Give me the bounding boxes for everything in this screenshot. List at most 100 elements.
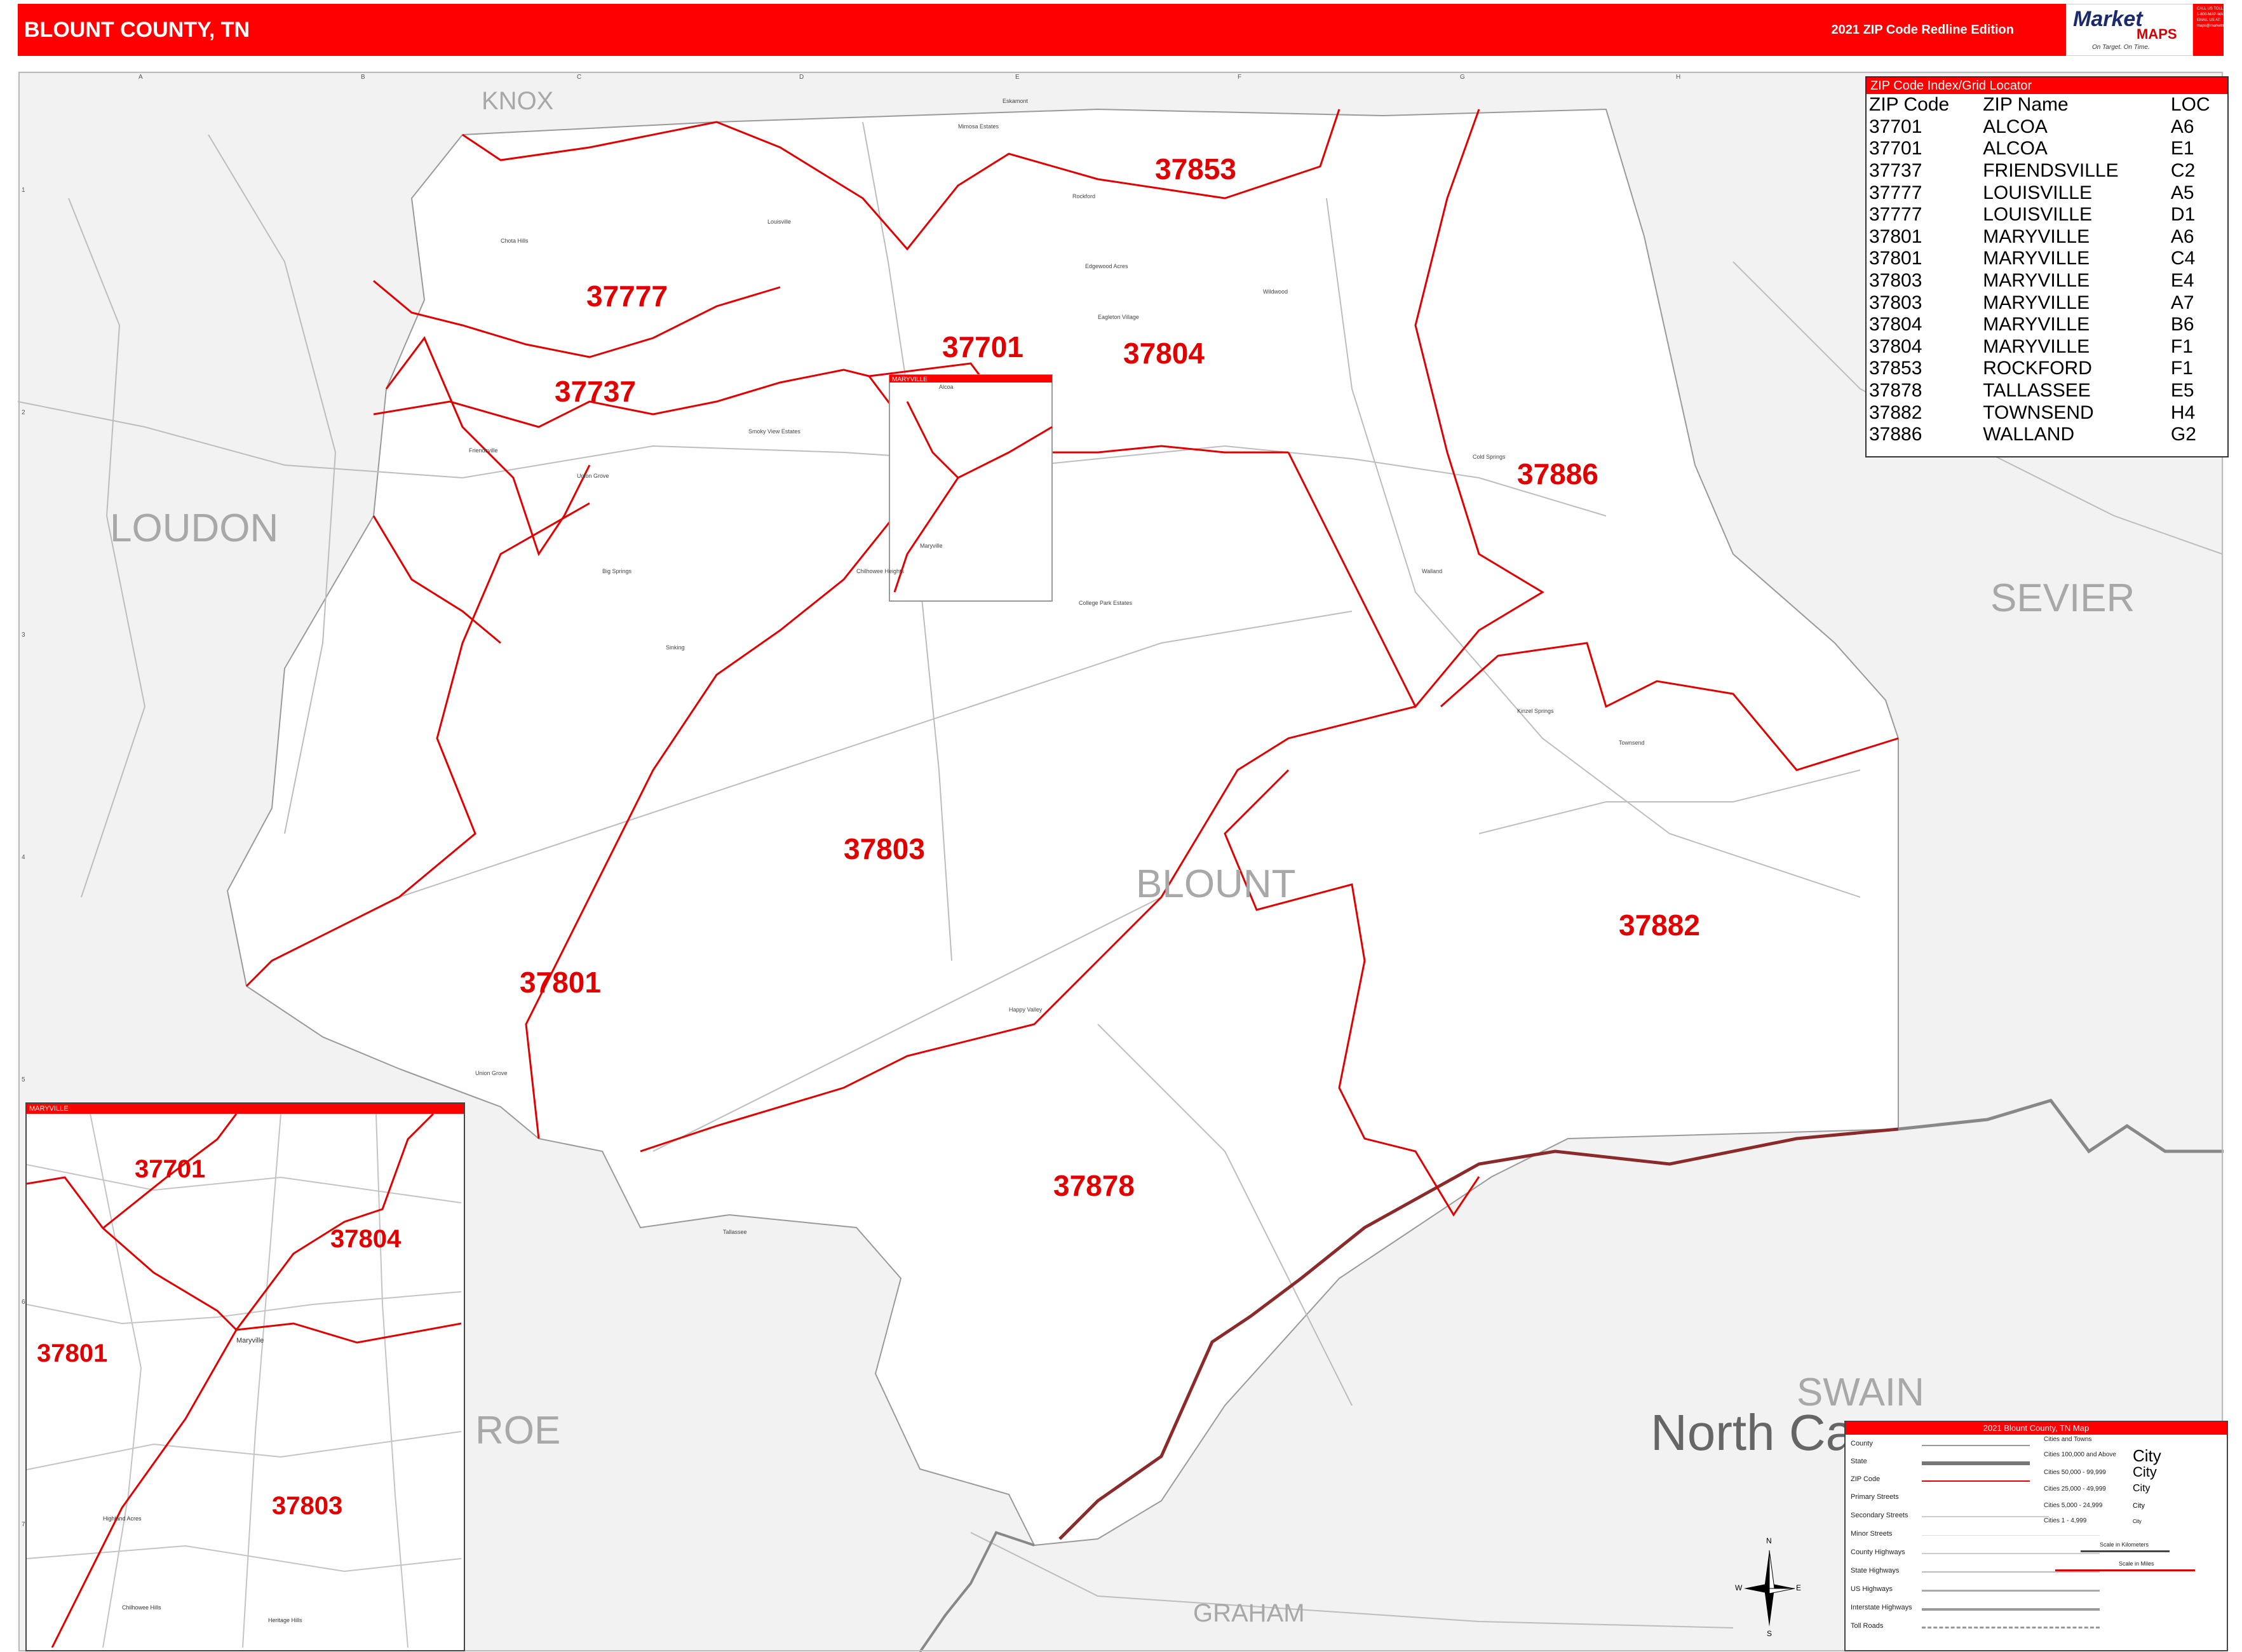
maryville-inset-frame[interactable] (889, 374, 1053, 602)
inset-place-heritage-hills: Heritage Hills (268, 1617, 302, 1623)
zip-label-37777[interactable]: 37777 (586, 280, 668, 313)
place-chilhowee-heights: Chilhowee Heights (856, 568, 905, 574)
grid-col-h: H (1676, 74, 1680, 81)
zip-label-37701[interactable]: 37701 (942, 330, 1023, 363)
place-happy-valley: Happy Valley (1009, 1006, 1043, 1013)
cell-name: MARYVILLE (1983, 248, 2090, 269)
compass-e: E (1796, 1583, 1802, 1592)
legend-primary: Primary Streets (1851, 1493, 1899, 1501)
zip-label-37886[interactable]: 37886 (1517, 457, 1598, 491)
place-louisville: Louisville (767, 219, 791, 225)
county-label-graham: GRAHAM (1193, 1599, 1305, 1627)
table-row: 37803 MARYVILLE E4 (1867, 270, 2227, 292)
place-edgewood-acres: Edgewood Acres (1085, 263, 1128, 269)
cell-zip: 37777 (1869, 204, 1922, 226)
legend-scale-mi-bar (2055, 1569, 2195, 1571)
cell-loc: E4 (2170, 270, 2194, 292)
compass-rose: N S E W (1735, 1536, 1801, 1638)
place-eagleton-village: Eagleton Village (1098, 314, 1139, 320)
cell-zip: 37804 (1869, 314, 1922, 335)
legend-state: State (1851, 1458, 1867, 1465)
zip-label-37878[interactable]: 37878 (1053, 1169, 1135, 1202)
legend-minor-line (1922, 1535, 2100, 1536)
place-chota-hills: Chota Hills (501, 238, 529, 244)
table-row: 37737 FRIENDSVILLE C2 (1867, 160, 2227, 182)
table-row: 37853 ROCKFORD F1 (1867, 358, 2227, 380)
grid-col-g: G (1460, 74, 1465, 81)
cell-zip: 37701 (1869, 116, 1922, 137)
legend-interstate: Interstate Highways (1851, 1604, 1912, 1611)
county-label-sevier: SEVIER (1990, 576, 2135, 620)
cell-zip: 37804 (1869, 335, 1922, 357)
compass-icon (1744, 1550, 1795, 1627)
inset-place-maryville: Maryville (236, 1337, 264, 1344)
grid-col-b: B (361, 74, 365, 81)
place-wildwood: Wildwood (1263, 288, 1288, 295)
legend-cities-title: Cities and Towns (2044, 1436, 2092, 1443)
zip-index-table: ZIP Code ZIP Name LOC 37701 ALCOA A6 37701… (1867, 94, 2227, 446)
legend-state-hwy: State Highways (1851, 1567, 1900, 1574)
grid-col-c: C (577, 74, 581, 81)
zip-index-panel: ZIP Code Index/Grid Locator ZIP Code ZIP… (1865, 76, 2229, 457)
legend-us-hwy: US Highways (1851, 1585, 1893, 1593)
place-big-springs: Big Springs (602, 568, 632, 574)
cell-loc: D1 (2170, 204, 2196, 226)
legend-city-range-4: Cities 5,000 - 24,999 (2044, 1502, 2103, 1509)
market-maps-logo[interactable]: Market MAPS On Target. On Time. (2066, 4, 2193, 56)
place-eskamont: Eskamont (1003, 98, 1029, 104)
zip-label-37882[interactable]: 37882 (1619, 909, 1700, 942)
zip-label-37801[interactable]: 37801 (520, 966, 601, 999)
cell-name: TOWNSEND (1983, 402, 2094, 423)
inset-zip-37801[interactable]: 37801 (37, 1339, 107, 1367)
table-row: 37777 LOUISVILLE A5 (1867, 182, 2227, 204)
legend-city-sample-5: City (2133, 1519, 2142, 1524)
logo-brand: Market (2073, 7, 2143, 31)
legend-zip-line (1922, 1480, 2030, 1482)
legend-scale-km-bar (2081, 1550, 2170, 1552)
place-rockford: Rockford (1072, 193, 1095, 200)
cell-zip: 37803 (1869, 270, 1922, 292)
legend-panel: 2021 Blount County, TN Map County State … (1844, 1421, 2228, 1651)
cell-name: WALLAND (1983, 424, 2075, 445)
cell-loc: B6 (2170, 314, 2194, 335)
inset-zip-37803[interactable]: 37803 (272, 1492, 342, 1520)
grid-col-f: F (1238, 74, 1241, 81)
cell-name: MARYVILLE (1983, 314, 2090, 335)
inset-canvas[interactable]: 37701 37804 37801 37803 Maryville Highla… (27, 1114, 461, 1648)
compass-s: S (1767, 1629, 1773, 1638)
grid-col-d: D (799, 74, 804, 81)
cell-zip: 37737 (1869, 160, 1922, 182)
cell-zip: 37882 (1869, 402, 1922, 423)
table-row: 37882 TOWNSEND H4 (1867, 402, 2227, 424)
county-label-knox: KNOX (482, 87, 553, 115)
state-label: North Ca (1651, 1404, 1854, 1461)
cell-zip: 37801 (1869, 226, 1922, 247)
cell-zip: 37701 (1869, 138, 1922, 159)
place-union-grove-north: Union Grove (577, 473, 609, 479)
maryville-inset-map[interactable]: MARYVILLE 37701 37804 37801 37803 Maryvi… (25, 1102, 465, 1651)
inset-zip-37804[interactable]: 37804 (330, 1225, 402, 1253)
legend-county-line (1922, 1445, 2030, 1446)
legend-city-sample-1: City (2133, 1446, 2161, 1465)
contact-info: CALL US TOLL FREE 1-800-MAP-MASTER EMAIL… (2197, 7, 2239, 28)
cell-loc: C2 (2170, 160, 2196, 182)
inset-zip-37701[interactable]: 37701 (135, 1155, 205, 1183)
zip-label-37803[interactable]: 37803 (844, 832, 925, 865)
zip-label-37853[interactable]: 37853 (1155, 152, 1236, 186)
cell-loc: A6 (2170, 226, 2194, 247)
compass-w: W (1735, 1583, 1743, 1592)
place-cold-springs: Cold Springs (1473, 454, 1506, 460)
zip-label-37804[interactable]: 37804 (1123, 337, 1205, 370)
legend-city-sample-3: City (2133, 1483, 2151, 1494)
zip-label-37737[interactable]: 37737 (555, 375, 636, 408)
place-mimosa-estates: Mimosa Estates (958, 123, 999, 130)
cell-loc: F1 (2170, 335, 2193, 357)
cell-zip: 37803 (1869, 292, 1922, 313)
cell-loc: G2 (2170, 424, 2196, 445)
grid-row-4: 4 (22, 854, 25, 861)
place-friendsville: Friendsville (469, 447, 498, 454)
cell-loc: C4 (2170, 248, 2196, 269)
grid-row-2: 2 (22, 409, 25, 416)
place-walland: Walland (1422, 568, 1442, 574)
place-maryville: Maryville (920, 543, 943, 549)
